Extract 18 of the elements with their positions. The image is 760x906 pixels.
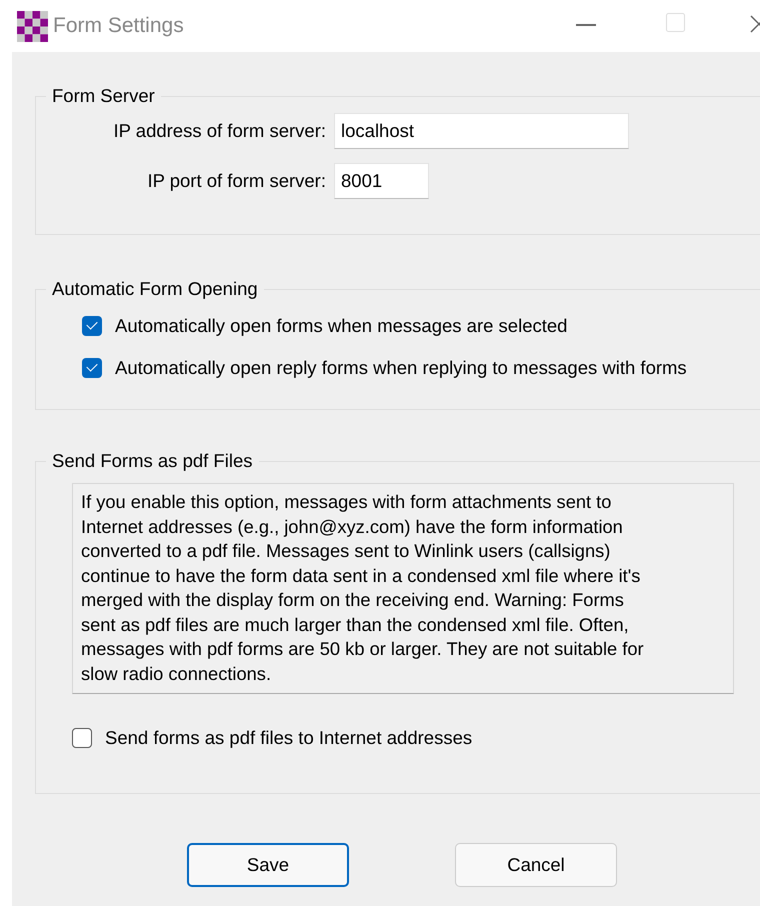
- checkbox-label[interactable]: Send forms as pdf files to Internet addresses: [105, 727, 472, 749]
- checkbox-label[interactable]: Automatically open forms when messages are selected: [115, 315, 568, 337]
- field-label: IP port of form server:: [146, 170, 327, 192]
- group-title: Form Server: [51, 85, 156, 107]
- group-title: Automatic Form Opening: [51, 278, 259, 300]
- checkbox[interactable]: [82, 358, 102, 378]
- checkerboard-icon: [17, 10, 48, 42]
- field-label: IP address of form server:: [112, 120, 327, 142]
- text-field[interactable]: 8001: [334, 163, 429, 199]
- checkbox[interactable]: [82, 316, 102, 336]
- checkbox[interactable]: [72, 728, 92, 748]
- save-button[interactable]: Save: [187, 843, 349, 887]
- text-field[interactable]: localhost: [334, 113, 629, 149]
- description-text: If you enable this option, messages with form attachments sent to Internet addresses (e.g., john@xyz.com) have the form information converted to a pdf file. Messages sent to Winlink users (callsigns) continue to have the form data sent in a condensed xml file where it's merged with the display form on the receiving end. Warning: Forms sent as pdf files are much larger than the condensed xml file. Often, messages with pdf forms are 50 kb or larger. They are not suitable for slow radio connections.: [72, 483, 734, 694]
- window-title: Form Settings: [53, 14, 184, 38]
- group-title: Send Forms as pdf Files: [51, 450, 254, 472]
- cancel-button[interactable]: Cancel: [455, 843, 617, 887]
- checkbox-label[interactable]: Automatically open reply forms when replying to messages with forms: [115, 357, 687, 379]
